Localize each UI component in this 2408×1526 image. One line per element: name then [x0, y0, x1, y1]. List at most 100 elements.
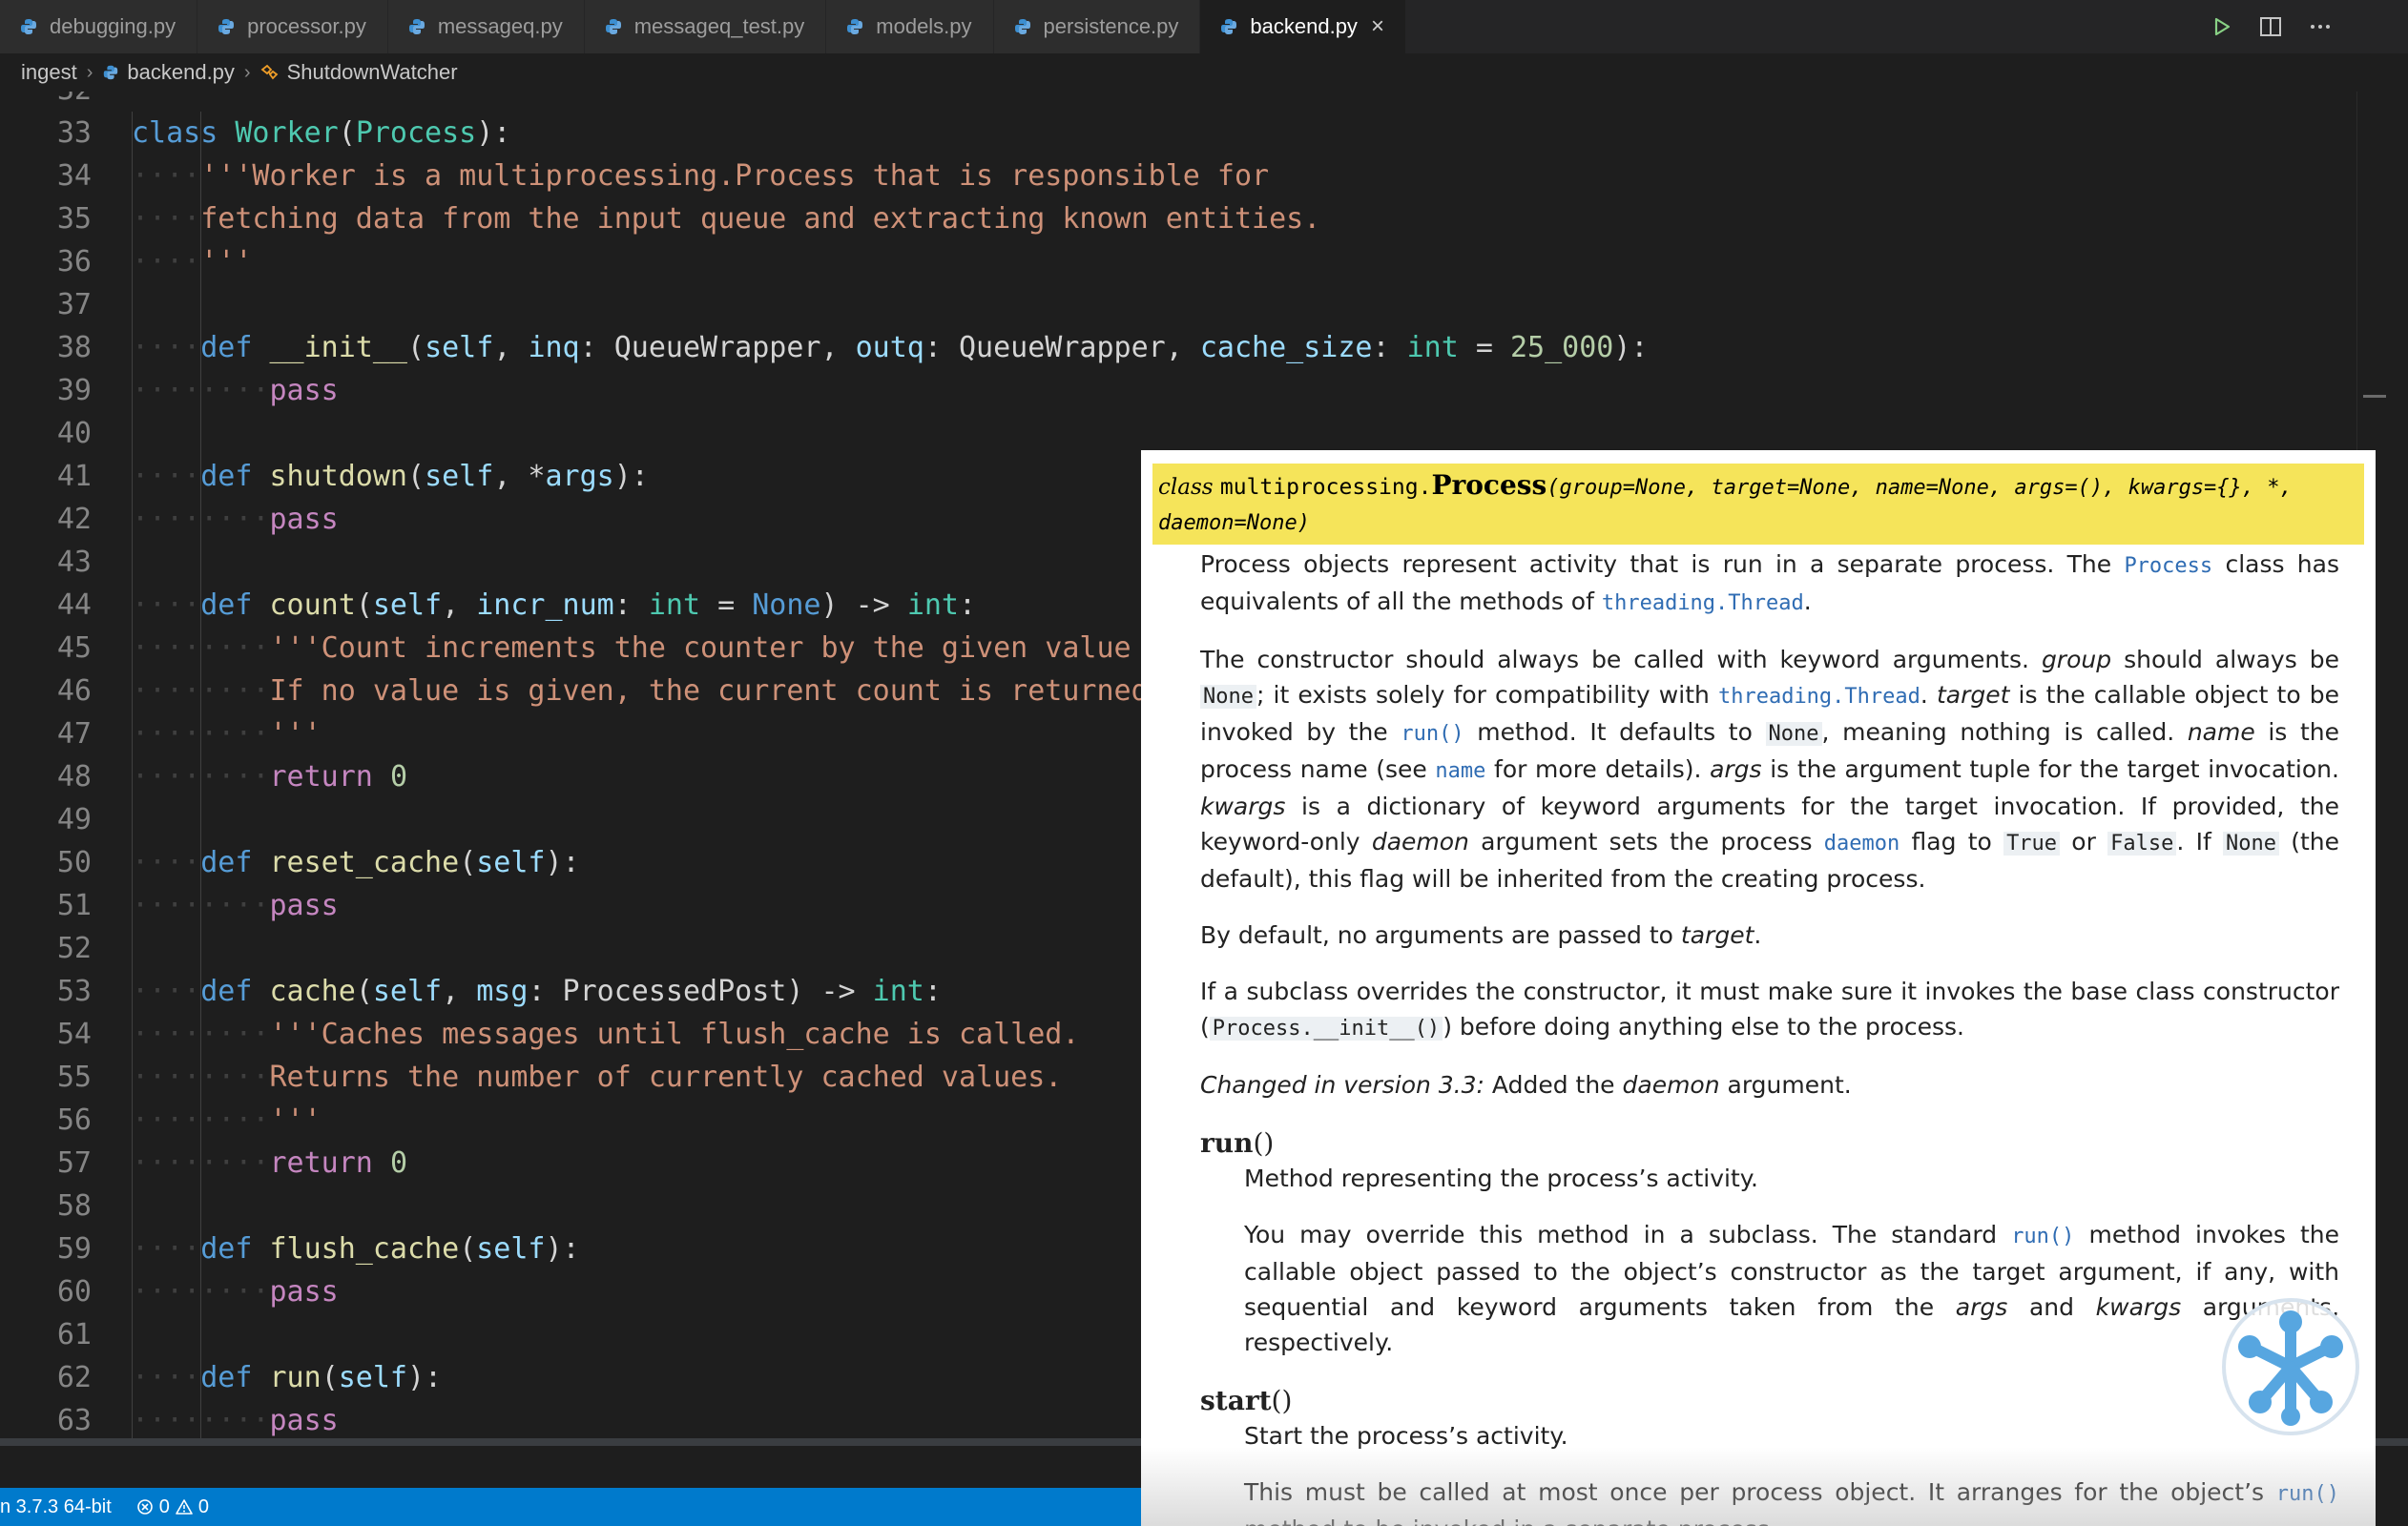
- python-file-icon: [21, 19, 36, 34]
- line-number: 61: [56, 1318, 92, 1351]
- tab-label: debugging.py: [50, 14, 176, 38]
- tab-backend-py[interactable]: backend.py ×: [1200, 0, 1406, 53]
- line-number: 39: [56, 374, 92, 407]
- code-text: ········If no value is given, the curren…: [132, 674, 1149, 708]
- breadcrumb-file[interactable]: backend.py: [127, 60, 235, 85]
- run-icon[interactable]: [2211, 16, 2232, 37]
- tab-label: persistence.py: [1043, 14, 1179, 38]
- status-bar: n 3.7.3 64-bit 0 0: [0, 1488, 1141, 1526]
- breadcrumb-folder[interactable]: ingest: [21, 60, 77, 85]
- indent-guide: [132, 541, 133, 584]
- python-interpreter[interactable]: n 3.7.3 64-bit: [0, 1496, 112, 1518]
- code-text: ····def reset_cache(self):: [132, 846, 580, 879]
- python-file-icon: [408, 19, 425, 34]
- line-number: 48: [56, 760, 92, 794]
- method-run-title: run(): [1200, 1127, 1275, 1159]
- line-number: 34: [56, 159, 92, 193]
- indent-guide: [200, 1313, 202, 1356]
- tab-label: messageq.py: [437, 14, 563, 38]
- code-text: ····''': [132, 245, 253, 278]
- code-text: ····def shutdown(self, *args):: [132, 460, 649, 493]
- tab-messageq_test-py[interactable]: messageq_test.py: [584, 0, 827, 53]
- code-line: 38 ····def __init__(self, inq: QueueWrapp…: [0, 326, 2356, 369]
- documentation-overlay: class multiprocessing.Process(group=None…: [1141, 450, 2376, 1526]
- code-text: ····fetching data from the input queue a…: [132, 202, 1321, 236]
- doc-link[interactable]: threading.Thread: [1602, 591, 1804, 615]
- signature-header: class multiprocessing.Process(group=None…: [1152, 464, 2364, 545]
- indent-guide: [132, 798, 133, 841]
- chevron-right-icon: ›: [243, 61, 251, 83]
- tab-label: models.py: [876, 14, 972, 38]
- breadcrumb-symbol[interactable]: ShutdownWatcher: [287, 60, 458, 85]
- doc-paragraph: Process objects represent activity that …: [1200, 550, 2339, 615]
- code-line: 35 ····fetching data from the input queue…: [0, 197, 2356, 240]
- tab-processor-py[interactable]: processor.py: [197, 0, 388, 53]
- line-number: 60: [56, 1275, 92, 1309]
- class-symbol-icon: [260, 64, 280, 81]
- doc-link[interactable]: run(): [1401, 722, 1463, 746]
- line-number: 62: [56, 1361, 92, 1394]
- tab-models-py[interactable]: models.py: [826, 0, 994, 53]
- doc-version-note: Changed in version 3.3: Added the daemon…: [1200, 1071, 1852, 1099]
- line-number: 55: [56, 1061, 92, 1094]
- line-number: 47: [56, 717, 92, 751]
- doc-link[interactable]: run(): [2011, 1225, 2074, 1248]
- doc-body: Process objects represent activity that …: [1141, 546, 2376, 1526]
- doc-link[interactable]: name: [1435, 759, 1485, 783]
- doc-link[interactable]: Process: [2124, 554, 2212, 578]
- warning-icon: [176, 1498, 193, 1516]
- line-number: 50: [56, 846, 92, 879]
- chevron-right-icon: ›: [86, 61, 93, 83]
- tab-messageq-py[interactable]: messageq.py: [387, 0, 585, 53]
- code-text: ····def cache(self, msg: ProcessedPost) …: [132, 975, 942, 1008]
- more-actions-icon[interactable]: [2309, 16, 2332, 37]
- line-number: 56: [56, 1103, 92, 1137]
- code-line: 40: [0, 412, 2356, 455]
- doc-link[interactable]: daemon: [1824, 832, 1899, 856]
- indent-guide: [200, 541, 202, 584]
- line-number: 40: [56, 417, 92, 450]
- code-line: 39 ········pass: [0, 369, 2356, 412]
- python-file-icon: [1014, 19, 1030, 34]
- indent-guide: [200, 412, 202, 455]
- split-editor-icon[interactable]: [2259, 16, 2282, 37]
- python-file-icon: [1221, 19, 1237, 34]
- network-logo-icon: [2222, 1298, 2359, 1435]
- python-file-icon: [218, 19, 235, 34]
- line-number: 58: [56, 1189, 92, 1223]
- code-line: 33 class Worker(Process):: [0, 112, 2356, 155]
- code-text: ········''': [132, 717, 322, 751]
- code-text: ····def flush_cache(self):: [132, 1232, 580, 1266]
- code-text: ····def __init__(self, inq: QueueWrapper…: [132, 331, 1649, 364]
- problems-indicator[interactable]: 0 0: [136, 1496, 209, 1518]
- close-icon[interactable]: ×: [1371, 13, 1384, 40]
- indent-guide: [132, 1313, 133, 1356]
- method-start-desc: Start the process’s activity. This must …: [1244, 1422, 2339, 1526]
- code-text: ········'''Count increments the counter …: [132, 631, 1131, 665]
- error-icon: [136, 1498, 154, 1516]
- python-file-icon: [102, 64, 119, 81]
- line-number: 35: [56, 202, 92, 236]
- tab-persistence-py[interactable]: persistence.py: [993, 0, 1201, 53]
- line-number: 43: [56, 546, 92, 579]
- indent-guide: [200, 1185, 202, 1227]
- line-number: 54: [56, 1018, 92, 1051]
- line-number: 38: [56, 331, 92, 364]
- code-text: ····'''Worker is a multiprocessing.Proce…: [132, 159, 1270, 193]
- doc-paragraph: By default, no arguments are passed to t…: [1200, 921, 1762, 949]
- line-number: 41: [56, 460, 92, 493]
- method-start-title: start(): [1200, 1385, 1293, 1416]
- tab-debugging-py[interactable]: debugging.py: [0, 0, 198, 53]
- line-number: 57: [56, 1146, 92, 1180]
- code-text: ········return 0: [132, 1146, 407, 1180]
- doc-link[interactable]: threading.Thread: [1718, 685, 1920, 709]
- indent-guide: [200, 798, 202, 841]
- line-number: 32: [0, 92, 92, 107]
- code-line: 36 ····''': [0, 240, 2356, 283]
- doc-link[interactable]: run(): [2276, 1482, 2339, 1506]
- line-number: 33: [56, 116, 92, 150]
- line-number: 42: [56, 503, 92, 536]
- line-number: 37: [56, 288, 92, 321]
- code-text: ········pass: [132, 1404, 339, 1437]
- tab-bar: debugging.py processor.py messageq.py messa…: [0, 0, 2408, 53]
